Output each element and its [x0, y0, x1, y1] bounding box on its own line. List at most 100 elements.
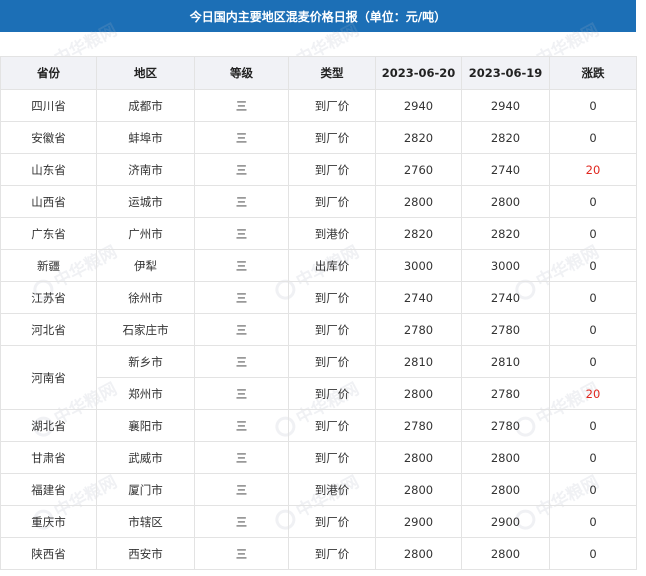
cell-type: 到港价: [288, 473, 376, 506]
cell-price-previous: 2820: [461, 121, 550, 154]
cell-price-previous: 2800: [461, 441, 550, 474]
cell-province: 四川省: [0, 89, 97, 122]
cell-region: 运城市: [96, 185, 195, 218]
report-title: 今日国内主要地区混麦价格日报（单位：元/吨）: [0, 0, 636, 32]
cell-grade: 三: [194, 377, 289, 410]
cell-change: 0: [549, 185, 637, 218]
cell-grade: 三: [194, 121, 289, 154]
cell-type: 到厂价: [288, 345, 376, 378]
cell-province: 广东省: [0, 217, 97, 250]
table-row: 安徽省 蚌埠市 三 到厂价 2820 2820 0: [0, 121, 637, 154]
cell-region: 广州市: [96, 217, 195, 250]
cell-change-increase: 20: [549, 153, 637, 186]
cell-province: 江苏省: [0, 281, 97, 314]
cell-price-current: 2820: [375, 121, 462, 154]
cell-type: 到厂价: [288, 121, 376, 154]
cell-change: 0: [549, 89, 637, 122]
cell-type: 到厂价: [288, 537, 376, 570]
cell-change-increase: 20: [549, 377, 637, 410]
cell-price-current: 2800: [375, 185, 462, 218]
table-row: 郑州市 三 到厂价 2800 2780 20: [1, 377, 637, 410]
cell-province: 甘肃省: [0, 441, 97, 474]
cell-province: 福建省: [0, 473, 97, 506]
cell-price-current: 3000: [375, 249, 462, 282]
cell-price-previous: 3000: [461, 249, 550, 282]
price-report-page: 今日国内主要地区混麦价格日报（单位：元/吨） 中华粮网 中华粮网 中华粮网 中华…: [0, 0, 646, 576]
cell-price-previous: 2780: [461, 409, 550, 442]
cell-grade: 三: [194, 217, 289, 250]
cell-price-current: 2800: [375, 537, 462, 570]
cell-province: 山东省: [0, 153, 97, 186]
cell-grade: 三: [194, 345, 289, 378]
cell-grade: 三: [194, 153, 289, 186]
cell-change: 0: [549, 505, 637, 538]
table-row: 陕西省 西安市 三 到厂价 2800 2800 0: [0, 537, 637, 570]
table-row: 福建省 厦门市 三 到港价 2800 2800 0: [0, 473, 637, 506]
cell-grade: 三: [194, 185, 289, 218]
cell-type: 到厂价: [288, 89, 376, 122]
cell-price-current: 2810: [375, 345, 462, 378]
cell-region: 伊犁: [96, 249, 195, 282]
cell-price-current: 2780: [375, 313, 462, 346]
cell-change: 0: [549, 345, 637, 378]
cell-price-current: 2760: [375, 153, 462, 186]
cell-region: 济南市: [96, 153, 195, 186]
table-row: 山东省 济南市 三 到厂价 2760 2740 20: [0, 153, 637, 186]
cell-price-previous: 2780: [461, 313, 550, 346]
cell-price-previous: 2810: [461, 345, 550, 378]
cell-price-current: 2800: [375, 473, 462, 506]
cell-grade: 三: [194, 249, 289, 282]
cell-price-current: 2740: [375, 281, 462, 314]
cell-type: 到厂价: [288, 281, 376, 314]
cell-type: 到厂价: [288, 313, 376, 346]
cell-region: 武威市: [96, 441, 195, 474]
cell-grade: 三: [194, 281, 289, 314]
cell-price-previous: 2940: [461, 89, 550, 122]
header-grade: 等级: [194, 56, 289, 90]
table-row: 河北省 石家庄市 三 到厂价 2780 2780 0: [0, 313, 637, 346]
cell-province: 新疆: [0, 249, 97, 282]
cell-type: 到港价: [288, 217, 376, 250]
table-row: 湖北省 襄阳市 三 到厂价 2780 2780 0: [0, 409, 637, 442]
cell-price-previous: 2900: [461, 505, 550, 538]
cell-change: 0: [549, 281, 637, 314]
cell-type: 到厂价: [288, 153, 376, 186]
cell-region: 徐州市: [96, 281, 195, 314]
header-date-previous: 2023-06-19: [461, 56, 550, 90]
cell-grade: 三: [194, 441, 289, 474]
cell-grade: 三: [194, 473, 289, 506]
cell-price-current: 2800: [375, 441, 462, 474]
cell-region: 蚌埠市: [96, 121, 195, 154]
cell-type: 到厂价: [288, 505, 376, 538]
cell-type: 出库价: [288, 249, 376, 282]
cell-grade: 三: [194, 89, 289, 122]
cell-grade: 三: [194, 537, 289, 570]
cell-grade: 三: [194, 313, 289, 346]
cell-region: 石家庄市: [96, 313, 195, 346]
cell-grade: 三: [194, 505, 289, 538]
cell-price-previous: 2800: [461, 185, 550, 218]
cell-region: 新乡市: [96, 345, 195, 378]
cell-price-previous: 2800: [461, 537, 550, 570]
header-date-current: 2023-06-20: [375, 56, 462, 90]
cell-price-current: 2940: [375, 89, 462, 122]
cell-region: 西安市: [96, 537, 195, 570]
cell-region: 成都市: [96, 89, 195, 122]
cell-price-previous: 2740: [461, 153, 550, 186]
cell-region: 襄阳市: [96, 409, 195, 442]
cell-type: 到厂价: [288, 409, 376, 442]
cell-change: 0: [549, 441, 637, 474]
table-row: 广东省 广州市 三 到港价 2820 2820 0: [0, 217, 637, 250]
header-change: 涨跌: [549, 56, 637, 90]
cell-price-previous: 2740: [461, 281, 550, 314]
cell-change: 0: [549, 537, 637, 570]
price-table: 省份 地区 等级 类型 2023-06-20 2023-06-19 涨跌 四川省…: [0, 56, 637, 570]
cell-province: 山西省: [0, 185, 97, 218]
cell-price-previous: 2800: [461, 473, 550, 506]
table-row: 江苏省 徐州市 三 到厂价 2740 2740 0: [0, 281, 637, 314]
cell-price-previous: 2780: [461, 377, 550, 410]
cell-region: 厦门市: [96, 473, 195, 506]
header-region: 地区: [96, 56, 195, 90]
header-type: 类型: [288, 56, 376, 90]
cell-grade: 三: [194, 409, 289, 442]
